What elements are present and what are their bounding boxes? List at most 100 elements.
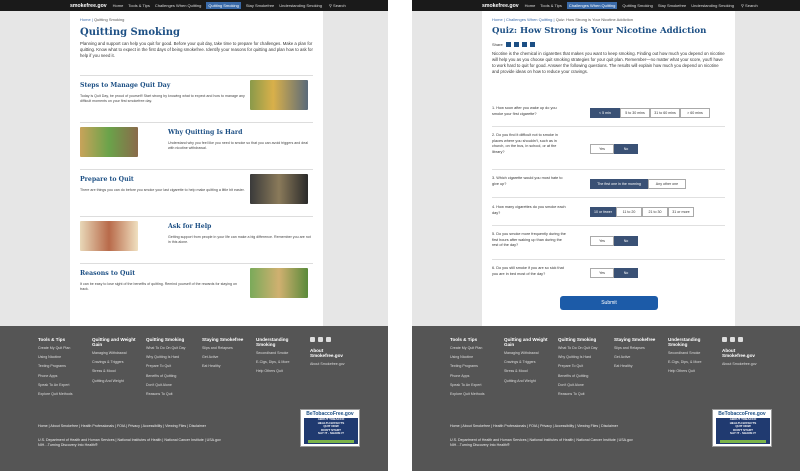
footer-link-about[interactable]: About Smokefree <box>462 424 490 428</box>
section-card[interactable]: Prepare to Quit There are things you can… <box>80 169 313 213</box>
footer-heading[interactable]: Understanding Smoking <box>668 337 716 347</box>
section-title[interactable]: Why Quitting Is Hard <box>168 129 242 136</box>
footer-link[interactable]: Cravings & Triggers <box>92 360 140 364</box>
betobaccofree-badge[interactable]: BeTobaccoFree.gov ABOUT TOBACCO HEALTH E… <box>300 409 360 447</box>
legal-usagov[interactable]: USA.gov <box>619 438 633 442</box>
option-no[interactable]: No <box>614 144 638 154</box>
option-31-60-min[interactable]: 31 to 60 mins <box>650 108 680 118</box>
footer-link[interactable]: Don't Quit Alone <box>558 383 608 387</box>
section-title[interactable]: Prepare to Quit <box>80 176 134 183</box>
footer-link[interactable]: Prepare To Quit <box>558 364 608 368</box>
footer-link[interactable]: Why Quitting Is Hard <box>558 355 608 359</box>
option-no[interactable]: No <box>614 268 638 278</box>
footer-link-health-pros[interactable]: Health Professionals <box>493 424 526 428</box>
option-first-morning[interactable]: The first one in the morning <box>590 179 648 189</box>
footer-link[interactable]: Phone Apps <box>38 374 86 378</box>
search-icon[interactable]: ⚲ Search <box>329 3 346 8</box>
footer-heading[interactable]: Understanding Smoking <box>256 337 304 347</box>
footer-link-viewing-files[interactable]: Viewing Files <box>165 424 186 428</box>
footer-link[interactable]: Eat Healthy <box>614 364 664 368</box>
nav-search[interactable]: Search <box>745 3 758 8</box>
footer-link-about[interactable]: About Smokefree <box>50 424 78 428</box>
footer-link[interactable]: Managing Withdrawal <box>504 351 552 355</box>
footer-link[interactable]: Slips and Relapses <box>202 346 252 350</box>
option-21-30[interactable]: 21 to 30 <box>642 207 668 217</box>
option-any-other[interactable]: Any other one <box>648 179 686 189</box>
footer-link-foia[interactable]: FOIA <box>117 424 125 428</box>
footer-link[interactable]: Create My Quit Plan <box>450 346 498 350</box>
footer-link[interactable]: Help Others Quit <box>668 369 716 373</box>
section-title[interactable]: Ask for Help <box>168 223 211 230</box>
legal-nih[interactable]: National Institutes of Health <box>117 438 161 442</box>
nav-stay-smokefree[interactable]: Stay Smokefree <box>658 3 686 8</box>
section-card[interactable]: Reasons to Quit It can be easy to lose s… <box>80 263 313 307</box>
nav-challenges[interactable]: Challenges When Quitting <box>155 3 201 8</box>
option-yes[interactable]: Yes <box>590 268 614 278</box>
footer-link[interactable]: About Smokefree.gov <box>310 362 355 366</box>
footer-heading[interactable]: Tools & Tips <box>450 337 498 342</box>
option-10-or-fewer[interactable]: 10 or fewer <box>590 207 616 217</box>
footer-link-privacy[interactable]: Privacy <box>540 424 552 428</box>
footer-link[interactable]: About Smokefree.gov <box>722 362 767 366</box>
section-card[interactable]: Ask for Help Getting support from people… <box>80 216 313 260</box>
legal-hhs[interactable]: U.S. Department of Health and Human Serv… <box>450 438 527 442</box>
footer-heading[interactable]: Quitting and Weight Gain <box>504 337 552 347</box>
legal-nci[interactable]: National Cancer Institute <box>164 438 203 442</box>
facebook-icon[interactable] <box>318 337 323 342</box>
search-icon[interactable]: ⚲ Search <box>741 3 758 8</box>
footer-link-home[interactable]: Home <box>450 424 460 428</box>
footer-link[interactable]: Get Active <box>614 355 664 359</box>
footer-heading[interactable]: Quitting Smoking <box>146 337 196 342</box>
footer-heading[interactable]: Quitting Smoking <box>558 337 608 342</box>
footer-link[interactable]: Texting Programs <box>450 364 498 368</box>
site-logo[interactable]: smokefree.gov <box>70 3 107 9</box>
legal-nci[interactable]: National Cancer Institute <box>576 438 615 442</box>
print-icon[interactable] <box>521 42 527 47</box>
footer-link[interactable]: Reasons To Quit <box>558 392 608 396</box>
footer-link[interactable]: Speak To An Expert <box>450 383 498 387</box>
footer-link[interactable]: Slips and Relapses <box>614 346 664 350</box>
nav-quitting-smoking[interactable]: Quitting Smoking <box>622 3 652 8</box>
nav-stay-smokefree[interactable]: Stay Smokefree <box>246 3 274 8</box>
footer-link-disclaimer[interactable]: Disclaimer <box>601 424 618 428</box>
twitter-icon[interactable] <box>722 337 727 342</box>
footer-link[interactable]: Secondhand Smoke <box>668 351 716 355</box>
footer-link[interactable]: Benefits of Quitting <box>146 374 196 378</box>
footer-link[interactable]: Quitting And Weight <box>504 379 552 383</box>
site-logo[interactable]: smokefree.gov <box>482 3 519 9</box>
footer-link-home[interactable]: Home <box>38 424 48 428</box>
footer-link[interactable]: E-Cigs, Dips, & More <box>256 360 304 364</box>
footer-link[interactable]: What To Do On Quit Day <box>558 346 608 350</box>
footer-link[interactable]: Get Active <box>202 355 252 359</box>
footer-heading[interactable]: About Smokefree.gov <box>722 348 767 358</box>
footer-link-accessibility[interactable]: Accessibility <box>143 424 163 428</box>
twitter-icon[interactable] <box>310 337 315 342</box>
nav-quitting-smoking[interactable]: Quitting Smoking <box>206 2 241 9</box>
option-more-60-min[interactable]: > 60 mins <box>680 108 710 118</box>
footer-link[interactable]: Don't Quit Alone <box>146 383 196 387</box>
footer-link[interactable]: Stress & Mood <box>504 369 552 373</box>
footer-link[interactable]: Benefits of Quitting <box>558 374 608 378</box>
footer-link[interactable]: Stress & Mood <box>92 369 140 373</box>
footer-link[interactable]: Eat Healthy <box>202 364 252 368</box>
breadcrumb-parent[interactable]: Challenges When Quitting <box>506 17 552 22</box>
footer-link[interactable]: Using Nicotine <box>450 355 498 359</box>
nav-tools-tips[interactable]: Tools & Tips <box>128 3 150 8</box>
footer-link[interactable]: Quitting And Weight <box>92 379 140 383</box>
footer-link-accessibility[interactable]: Accessibility <box>555 424 575 428</box>
footer-link[interactable]: E-Cigs, Dips, & More <box>668 360 716 364</box>
footer-heading[interactable]: Quitting and Weight Gain <box>92 337 140 347</box>
nav-home[interactable]: Home <box>113 3 124 8</box>
nav-challenges[interactable]: Challenges When Quitting <box>566 2 618 9</box>
footer-link[interactable]: Explore Quit Methods <box>38 392 86 396</box>
nav-understanding-smoking[interactable]: Understanding Smoking <box>279 3 322 8</box>
footer-link[interactable]: Using Nicotine <box>38 355 86 359</box>
footer-link[interactable]: Prepare To Quit <box>146 364 196 368</box>
footer-link[interactable]: Phone Apps <box>450 374 498 378</box>
footer-link[interactable]: What To Do On Quit Day <box>146 346 196 350</box>
option-5-30-min[interactable]: 5 to 30 mins <box>620 108 650 118</box>
footer-link[interactable]: Cravings & Triggers <box>504 360 552 364</box>
footer-heading[interactable]: Staying Smokefree <box>614 337 664 342</box>
nav-understanding-smoking[interactable]: Understanding Smoking <box>691 3 734 8</box>
footer-link[interactable]: Why Quitting Is Hard <box>146 355 196 359</box>
